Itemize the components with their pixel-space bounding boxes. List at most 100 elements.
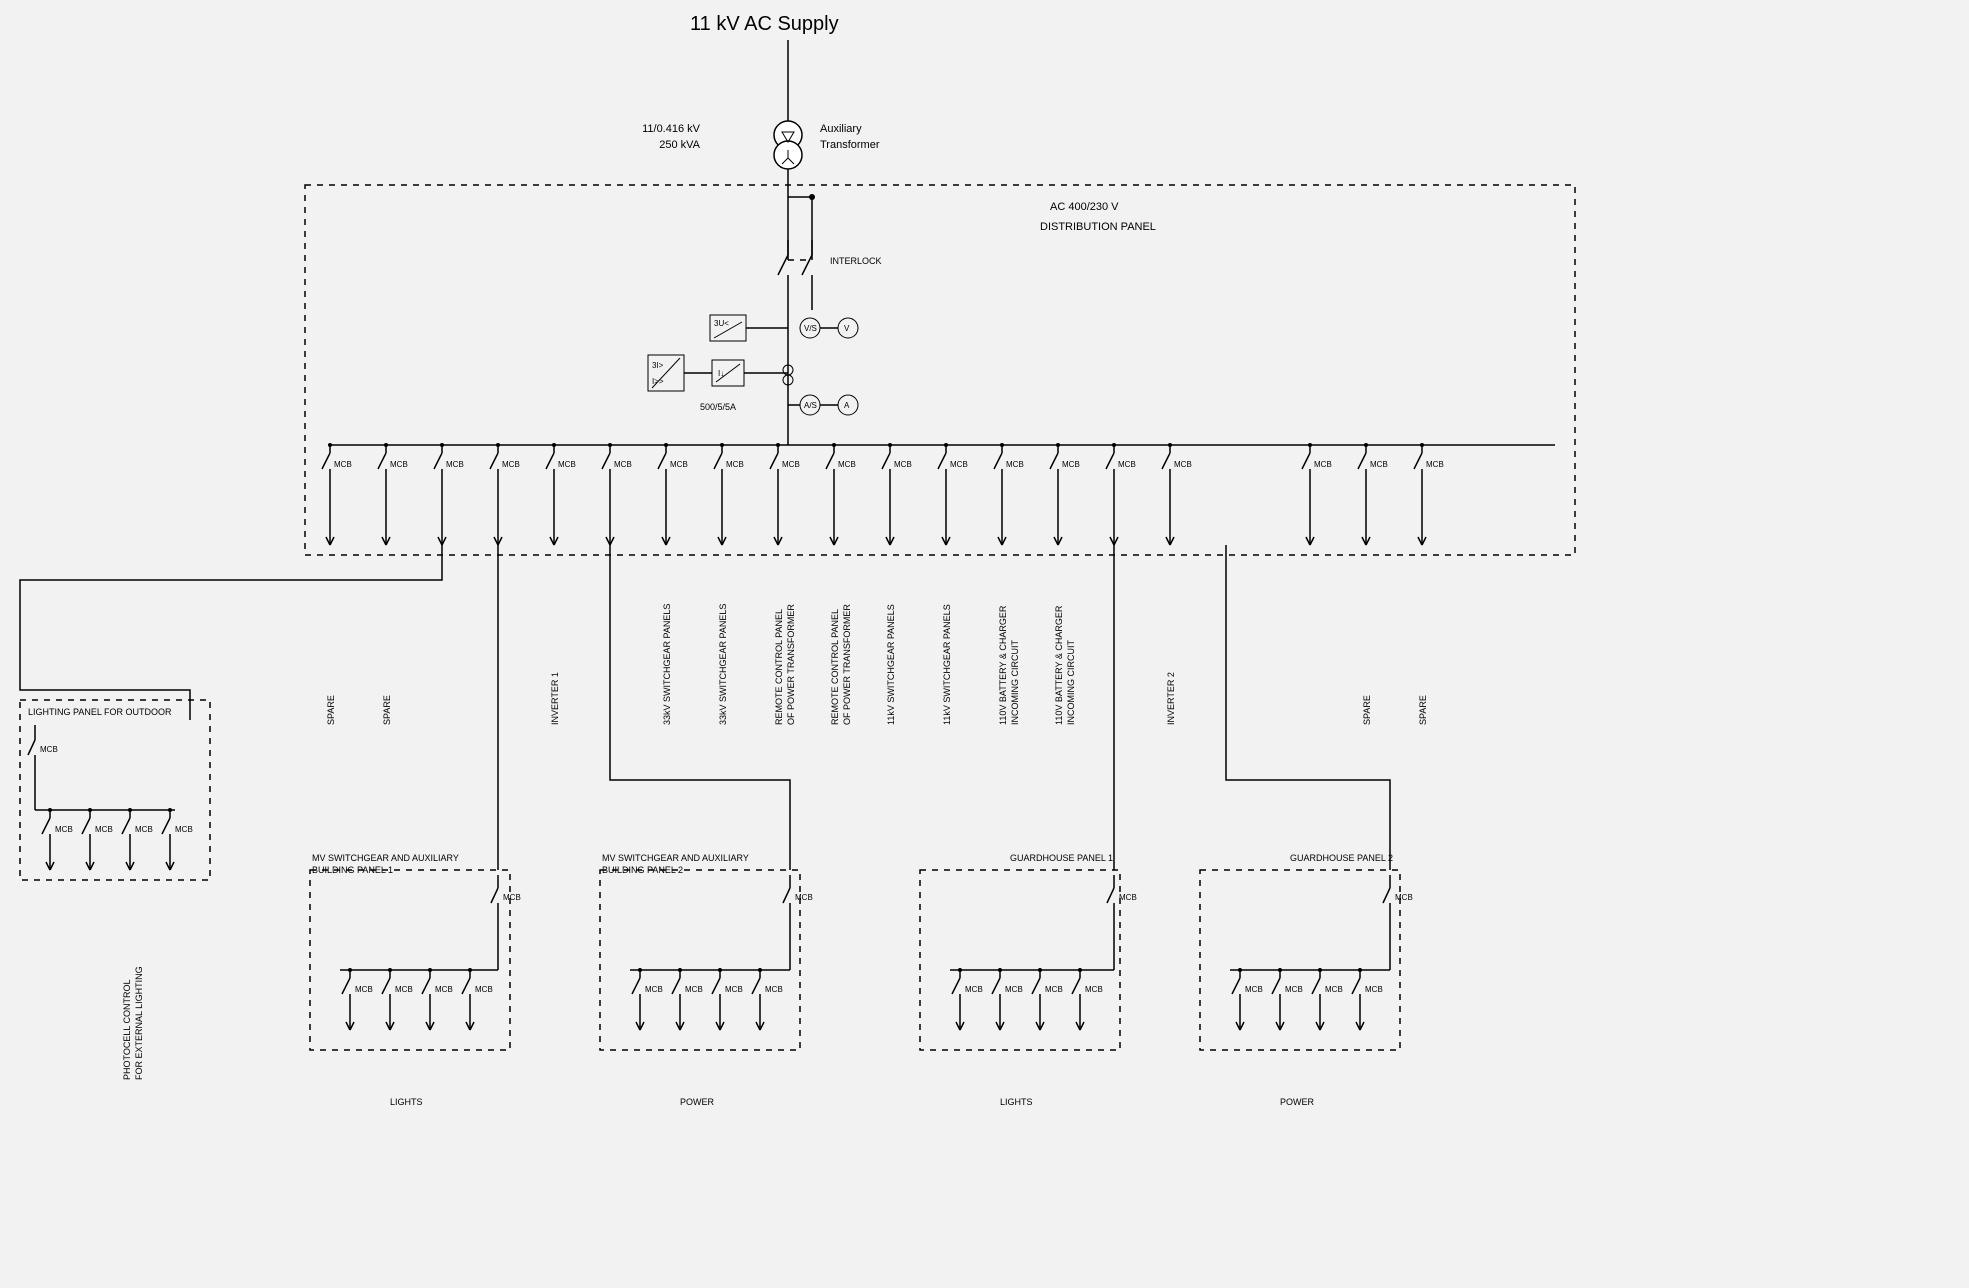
ammeter: A/S A [788,395,858,415]
svg-text:A: A [844,401,850,410]
svg-text:LIGHTS: LIGHTS [1000,1097,1033,1107]
ct-ratio: 500/5/5A [700,402,736,412]
outdoor-lighting-panel: LIGHTING PANEL FOR OUTDOOR MCB MCB MCB MCB… [20,700,210,880]
svg-text:MCB: MCB [1395,893,1413,902]
svg-text:MCB: MCB [965,985,983,994]
feeder-label: INCOMING CIRCUIT [1010,640,1020,725]
feeder-label: 11kV SWITCHGEAR PANELS [886,604,896,725]
svg-text:LIGHTING PANEL FOR OUTDOOR: LIGHTING PANEL FOR OUTDOOR [28,707,172,717]
svg-text:GUARDHOUSE PANEL 1: GUARDHOUSE PANEL 1 [1010,853,1113,863]
transformer-label-1: Auxiliary [820,123,862,135]
interlock-label: INTERLOCK [830,256,882,266]
feeder-label: OF POWER TRANSFORMER [786,604,796,725]
svg-text:MV SWITCHGEAR AND AUXILIARYBUI: MV SWITCHGEAR AND AUXILIARYBUILDING PANE… [602,853,749,875]
mcb-label: MCB [1370,460,1388,469]
mcb-label: MCB [502,460,520,469]
feeder-label: INVERTER 2 [1166,672,1176,725]
svg-text:MCB: MCB [395,985,413,994]
feeder-label: OF POWER TRANSFORMER [842,604,852,725]
feeder-label: SPARE [1418,695,1428,725]
svg-text:MCB: MCB [685,985,703,994]
mcb-label: MCB [390,460,408,469]
photocell-note: PHOTOCELL CONTROLFOR EXTERNAL LIGHTING [122,966,144,1080]
svg-text:MCB: MCB [1045,985,1063,994]
svg-text:MCB: MCB [55,825,73,834]
feeder-label: 33kV SWITCHGEAR PANELS [662,604,672,725]
mcb-label: MCB [894,460,912,469]
feeder-label: 11kV SWITCHGEAR PANELS [942,604,952,725]
svg-text:MCB: MCB [175,825,193,834]
feeder-label: SPARE [382,695,392,725]
svg-text:MCB: MCB [765,985,783,994]
mcb-label: MCB [334,460,352,469]
mcb-label: MCB [726,460,744,469]
mv-building-panel-2: MV SWITCHGEAR AND AUXILIARYBUILDING PANE… [600,853,813,1107]
mcb-label: MCB [558,460,576,469]
mcb-label: MCB [1118,460,1136,469]
feeder-label: INVERTER 1 [550,672,560,725]
svg-text:MV SWITCHGEAR AND AUXILIARYBUI: MV SWITCHGEAR AND AUXILIARYBUILDING PANE… [312,853,459,875]
feeder-label: INCOMING CIRCUIT [1066,640,1076,725]
mcb-label: MCB [1006,460,1024,469]
transformer-rating-2: 250 kVA [659,139,700,151]
svg-text:MCB: MCB [503,893,521,902]
svg-text:MCB: MCB [1285,985,1303,994]
mcb-label: MCB [446,460,464,469]
mcb-label: MCB [1314,460,1332,469]
svg-text:MCB: MCB [355,985,373,994]
mcb-label: MCB [1426,460,1444,469]
svg-text:PHOTOCELL CONTROLFOR EXTERNAL: PHOTOCELL CONTROLFOR EXTERNAL LIGHTING [122,966,144,1080]
svg-text:3I>: 3I> [652,361,664,370]
svg-text:MCB: MCB [435,985,453,994]
feeder-label: SPARE [1362,695,1372,725]
svg-text:MCB: MCB [725,985,743,994]
svg-text:LIGHTS: LIGHTS [390,1097,423,1107]
svg-text:MCB: MCB [40,745,58,754]
mcb-label: MCB [782,460,800,469]
transformer-symbol [774,121,802,169]
svg-text:MCB: MCB [645,985,663,994]
single-line-diagram: 11 kV AC Supply 11/0.416 kV 250 kVA Auxi… [0,0,1969,1288]
diagram-title: 11 kV AC Supply [690,13,839,35]
transformer-rating-1: 11/0.416 kV [642,123,701,135]
mcb-label: MCB [1174,460,1192,469]
transformer-label-2: Transformer [820,139,880,151]
relay-earth-fault: I↓ [712,360,793,386]
mcb-label: MCB [670,460,688,469]
svg-text:MCB: MCB [475,985,493,994]
dist-panel-line1: AC 400/230 V [1050,201,1119,213]
svg-text:MCB: MCB [95,825,113,834]
guardhouse-panel-2: GUARDHOUSE PANEL 2 MCB MCB MCB MCB MCB POWE… [1200,853,1413,1107]
svg-text:GUARDHOUSE PANEL 2: GUARDHOUSE PANEL 2 [1290,853,1393,863]
svg-text:V/S: V/S [804,324,817,333]
svg-text:A/S: A/S [804,401,817,410]
mv-building-panel-1: MV SWITCHGEAR AND AUXILIARYBUILDING PANE… [310,853,521,1107]
svg-text:POWER: POWER [680,1097,715,1107]
feeder-label: REMOTE CONTROL PANEL [830,609,840,725]
svg-text:POWER: POWER [1280,1097,1315,1107]
mcb-label: MCB [1062,460,1080,469]
mcb-label: MCB [838,460,856,469]
mcb-label: MCB [614,460,632,469]
svg-text:MCB: MCB [1085,985,1103,994]
relay-overcurrent: 3I> I>> [648,355,712,391]
feeder-label: 110V BATTERY & CHARGER [1054,605,1064,725]
feeder-label: REMOTE CONTROL PANEL [774,609,784,725]
feeder-label: 110V BATTERY & CHARGER [998,605,1008,725]
svg-text:MCB: MCB [1365,985,1383,994]
svg-text:MCB: MCB [1245,985,1263,994]
guardhouse-panel-1: GUARDHOUSE PANEL 1 MCB MCB MCB MCB MCB LIGH… [920,853,1137,1107]
svg-text:MCB: MCB [795,893,813,902]
feeder-label: SPARE [326,695,336,725]
svg-text:MCB: MCB [1119,893,1137,902]
relay-voltage: 3U< V/S V [710,315,858,341]
svg-text:3U<: 3U< [714,319,729,328]
svg-text:V: V [844,324,850,333]
svg-text:MCB: MCB [135,825,153,834]
breaker-icon [778,240,812,310]
svg-text:MCB: MCB [1005,985,1023,994]
feeder-label: 33kV SWITCHGEAR PANELS [718,604,728,725]
dist-panel-line2: DISTRIBUTION PANEL [1040,221,1156,233]
svg-text:MCB: MCB [1325,985,1343,994]
mcb-label: MCB [950,460,968,469]
